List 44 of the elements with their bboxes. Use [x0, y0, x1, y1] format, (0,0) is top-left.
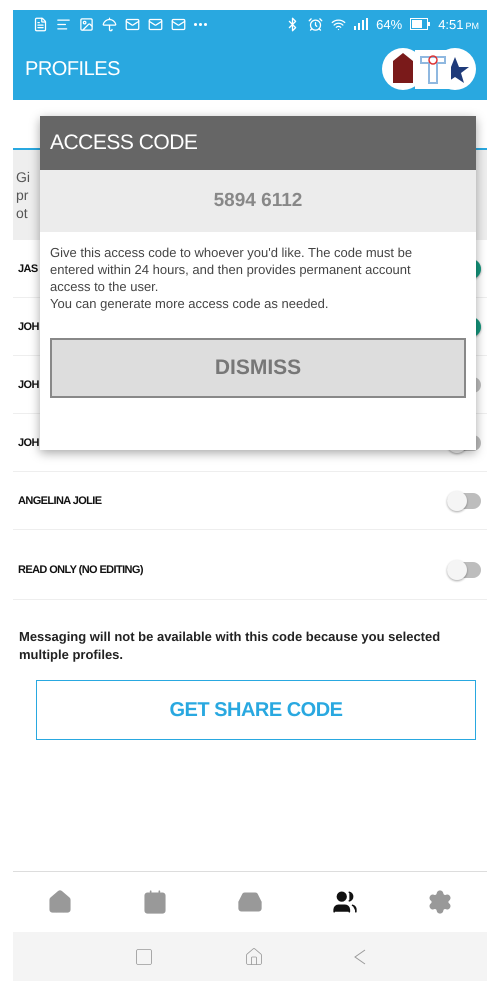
- info-text: Gi: [16, 168, 30, 186]
- clock-time: 4:51: [438, 16, 464, 32]
- page-title: PROFILES: [25, 58, 120, 80]
- profile-name: JAS: [18, 262, 38, 274]
- notification-icon: [33, 16, 48, 32]
- dialog-text: Give this access code to whoever you'd like. The code must be entered within 24 hours, and then provides permanent account access to the user.: [50, 244, 414, 295]
- home-icon: [244, 946, 264, 966]
- back-icon: [354, 948, 366, 964]
- image-icon: [79, 16, 94, 32]
- profile-name: JOH: [18, 378, 39, 390]
- square-icon: [134, 946, 154, 966]
- home-icon: [47, 889, 74, 915]
- recent-apps-button[interactable]: [134, 946, 154, 966]
- mail-icon: [171, 16, 186, 32]
- battery-percent: 64%: [376, 16, 402, 32]
- more-icon: [194, 22, 207, 26]
- calendar-icon: [142, 889, 168, 915]
- signal-icon: [354, 18, 368, 30]
- wifi-icon: [331, 16, 346, 32]
- profile-name: JOH: [18, 320, 39, 332]
- home-button[interactable]: [244, 946, 264, 966]
- umbrella-icon: [102, 16, 117, 32]
- back-button[interactable]: [354, 948, 366, 964]
- profile-name: JOH: [18, 436, 39, 448]
- profile-name: ANGELINA JOLIE: [18, 494, 102, 506]
- mail-icon: [125, 16, 140, 32]
- info-text: pr: [16, 186, 28, 204]
- info-text: ot: [16, 204, 28, 222]
- read-only-label: READ ONLY (NO EDITING): [18, 564, 143, 576]
- access-code: 5894 6112: [40, 170, 476, 232]
- people-icon: [332, 889, 358, 915]
- toggle-switch[interactable]: [447, 492, 481, 508]
- dialog-text: You can generate more access code as needed.: [50, 295, 330, 312]
- alarm-icon: [308, 16, 324, 32]
- dialog-title: ACCESS CODE: [50, 131, 198, 155]
- notification-icon: [56, 16, 71, 32]
- dismiss-button[interactable]: DISMISS: [50, 338, 466, 398]
- battery-icon: [410, 18, 430, 30]
- clock-suffix: PM: [466, 20, 479, 30]
- mail-icon: [148, 16, 163, 32]
- get-share-code-button[interactable]: GET SHARE CODE: [36, 680, 476, 740]
- messaging-notice: Messaging will not be available with this code because you selected multiple profiles.: [18, 628, 442, 664]
- team-logos-drawing[interactable]: [381, 47, 477, 91]
- toggle-switch[interactable]: [447, 562, 481, 578]
